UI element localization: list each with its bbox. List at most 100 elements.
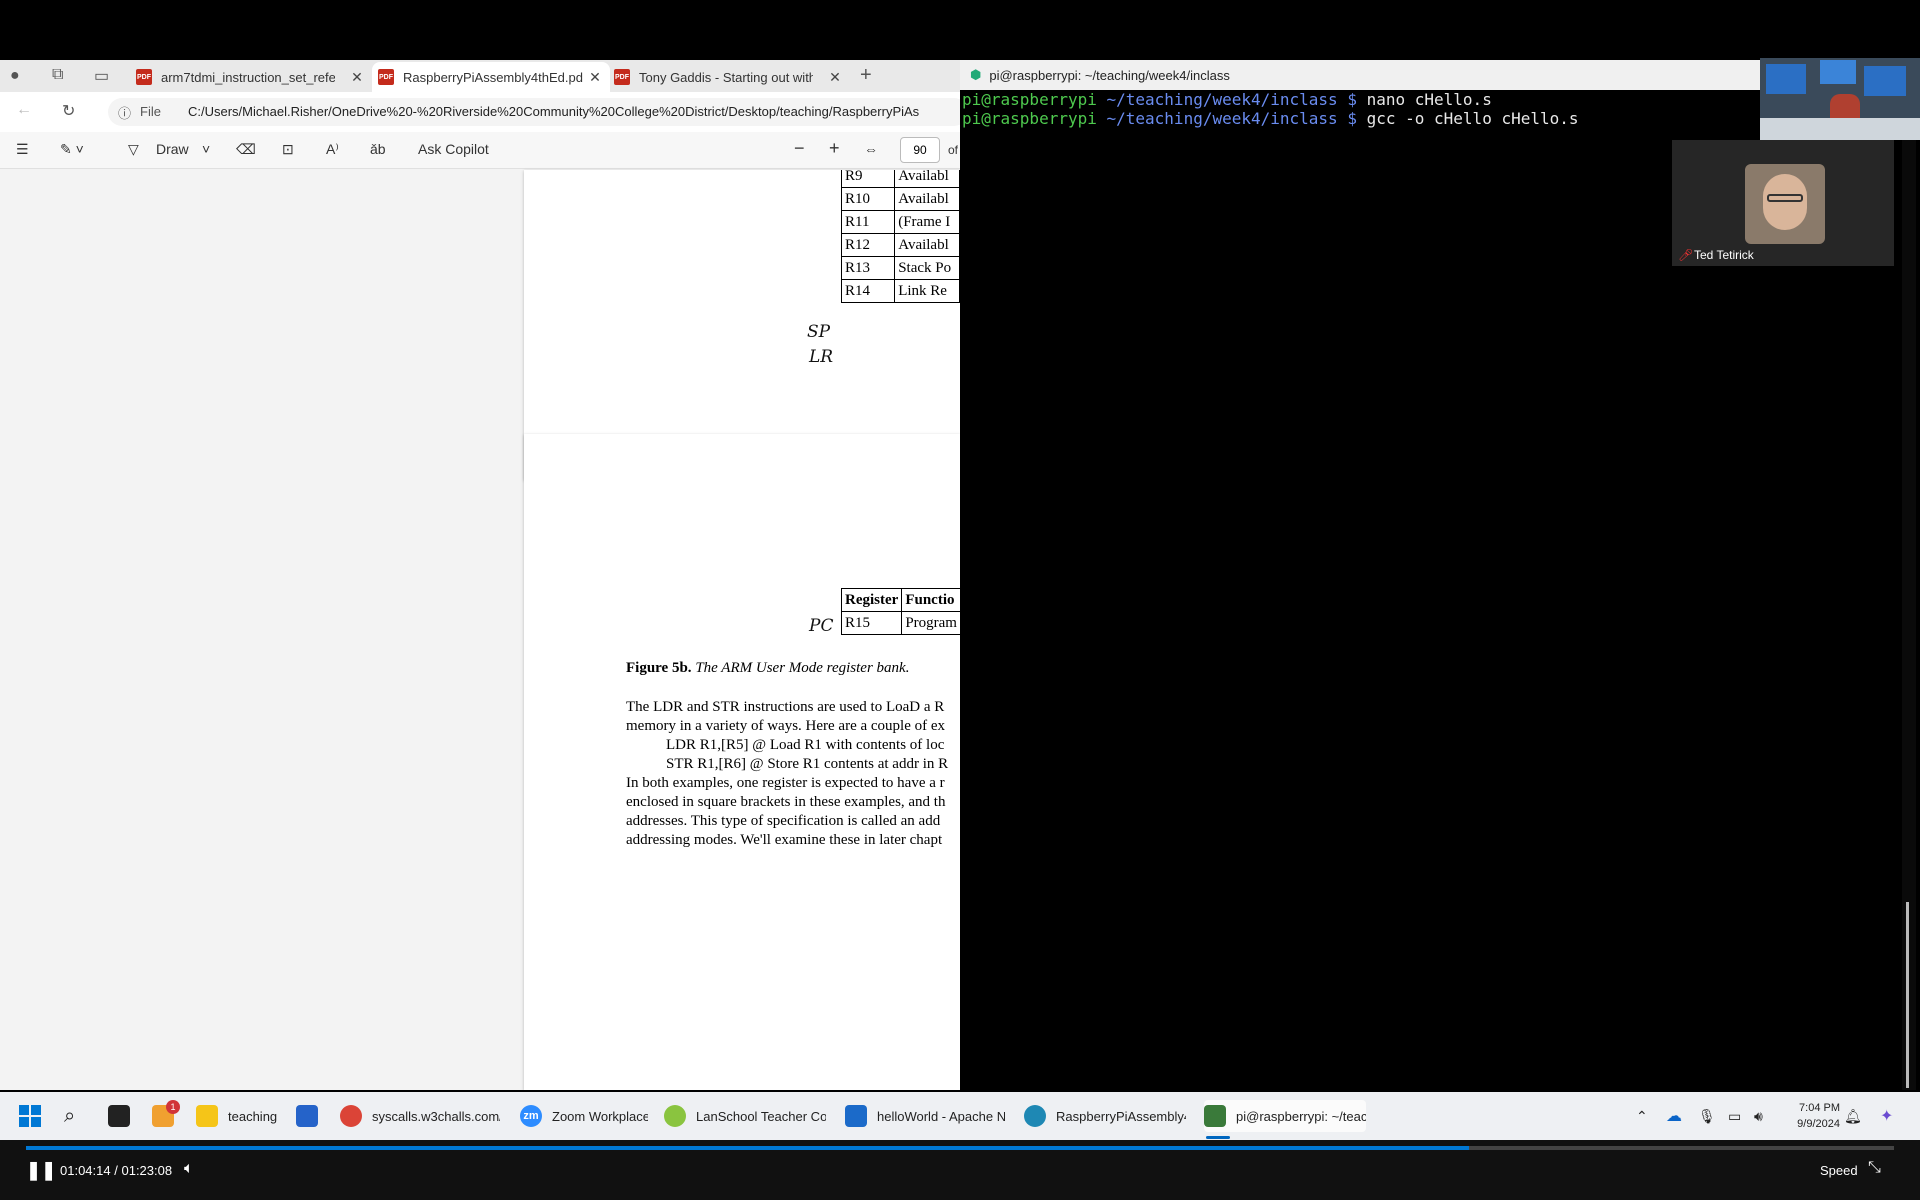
text-line: memory in a variety of ways. Here are a … xyxy=(626,718,946,734)
figure-caption-text: The ARM User Mode register bank. xyxy=(695,660,910,676)
pause-icon[interactable]: ❚❚ xyxy=(26,1160,56,1181)
scrollbar-thumb[interactable] xyxy=(1906,902,1909,1088)
total-time: 01:23:08 xyxy=(121,1163,173,1178)
pdf-icon: PDF xyxy=(378,69,394,85)
function-cell: Availabl xyxy=(894,170,960,188)
active-indicator xyxy=(1206,1136,1230,1139)
terminal-scrollbar[interactable] xyxy=(1902,90,1916,1090)
tab-tony-gaddis[interactable]: PDF Tony Gaddis - Starting out with C ✕ xyxy=(614,62,842,92)
start-button[interactable] xyxy=(18,1100,42,1132)
taskbar-item-teaching[interactable]: teaching xyxy=(196,1100,278,1132)
function-cell: Availabl xyxy=(894,187,960,211)
figure-caption-label: Figure 5b. xyxy=(626,660,692,676)
contents-icon[interactable]: ☰ xyxy=(16,141,29,158)
monitor-shape xyxy=(1864,66,1906,96)
netbeans-icon xyxy=(845,1105,867,1127)
refresh-icon[interactable]: ↻ xyxy=(62,101,75,121)
notification-bell-icon[interactable]: 🔔︎ xyxy=(1844,1100,1862,1132)
info-icon[interactable]: ⓘ xyxy=(118,103,131,122)
volume-icon[interactable]: 🔈︎ xyxy=(184,1160,194,1178)
notification-badge: 1 xyxy=(166,1100,180,1114)
new-tab-icon[interactable]: + xyxy=(860,64,872,87)
taskbar-item-putty[interactable]: pi@raspberrypi: ~/teach xyxy=(1204,1100,1366,1132)
terminal-line: pi@raspberrypi ~/teaching/week4/inclass … xyxy=(962,109,1579,128)
url-text[interactable]: C:/Users/Michael.Risher/OneDrive%20-%20R… xyxy=(188,104,958,119)
tab-raspberrypi-assembly[interactable]: PDF RaspberryPiAssembly4thEd.pdf ✕ xyxy=(372,62,610,92)
register-cell: R10 xyxy=(840,187,896,211)
read-aloud-icon[interactable]: A⁾ xyxy=(326,141,339,158)
draw-icon[interactable]: ▽ xyxy=(128,141,139,158)
taskbar-item-chrome[interactable]: syscalls.w3challs.com/?a xyxy=(340,1100,500,1132)
workspaces-icon[interactable]: ⧉ xyxy=(52,66,63,84)
page-number-input[interactable]: 90 xyxy=(900,137,940,163)
table-row: R9 Availabl xyxy=(840,170,960,188)
taskbar-app-store[interactable] xyxy=(296,1100,318,1132)
taskbar-item-edge[interactable]: RaspberryPiAssembly4t xyxy=(1024,1100,1186,1132)
translate-icon[interactable]: ǎb xyxy=(370,141,386,157)
task-view-button[interactable] xyxy=(108,1100,140,1132)
chevron-up-icon[interactable]: ⌃ xyxy=(1636,1100,1648,1132)
table-row: R15 Program xyxy=(840,611,960,635)
ask-copilot-button[interactable]: Ask Copilot xyxy=(418,141,489,157)
microphone-icon[interactable]: 🎙︎ xyxy=(1698,1100,1716,1132)
tab-label: arm7tdmi_instruction_set_referen xyxy=(161,69,335,85)
zoom-in-button[interactable]: + xyxy=(829,138,840,159)
taskbar-app-chat[interactable]: 1 xyxy=(152,1100,184,1132)
edge-icon xyxy=(1024,1105,1046,1127)
terminal-line: pi@raspberrypi ~/teaching/week4/inclass … xyxy=(962,90,1492,109)
function-cell: Link Re xyxy=(894,279,960,303)
url-scheme-label: File xyxy=(140,104,161,119)
taskbar-label: teaching xyxy=(228,1108,278,1124)
taskbar-label: helloWorld - Apache Ne xyxy=(877,1108,1005,1124)
pdf-page: Register Functio R15 Program PC Figure 5b.… xyxy=(524,434,960,1090)
fit-width-icon[interactable]: ⇔ xyxy=(864,141,878,157)
putty-icon xyxy=(1204,1105,1226,1127)
register-table: R9 Availabl R10 Availabl R11 (Frame I R12 Av… xyxy=(840,170,960,303)
exit-fullscreen-icon[interactable]: ⤡ xyxy=(1868,1159,1881,1177)
highlight-icon[interactable]: ✎ ˅ xyxy=(60,141,84,158)
lanschool-icon xyxy=(664,1105,686,1127)
taskbar-item-lanschool[interactable]: LanSchool Teacher Cons xyxy=(664,1100,826,1132)
video-call-tile[interactable]: 🎤︎ Ted Tetirick xyxy=(1672,140,1894,266)
table-row: R14 Link Re xyxy=(840,279,960,303)
terminal-command: gcc -o cHello cHello.s xyxy=(1366,109,1579,128)
clock-time: 7:04 PM xyxy=(1799,1102,1840,1114)
tab-arm7tdmi[interactable]: PDF arm7tdmi_instruction_set_referen ✕ xyxy=(136,62,364,92)
video-player-controls: ❚❚ 01:04:14 / 01:23:08 🔈︎ Speed ⤡ xyxy=(0,1140,1920,1200)
zoom-out-button[interactable]: − xyxy=(794,138,805,159)
prompt-user: pi@raspberrypi xyxy=(962,90,1097,109)
room-camera-feed xyxy=(1760,58,1920,140)
profile-icon[interactable]: ● xyxy=(10,67,20,85)
mic-muted-icon: 🎤︎ xyxy=(1678,248,1694,262)
face-shape xyxy=(1763,174,1807,230)
draw-button[interactable]: Draw xyxy=(156,141,189,157)
speed-button[interactable]: Speed xyxy=(1820,1163,1858,1178)
task-view-icon xyxy=(108,1105,130,1127)
url-field[interactable]: ⓘ File C:/Users/Michael.Risher/OneDrive%… xyxy=(108,98,960,126)
text-box-icon[interactable]: ⊡ xyxy=(282,141,294,158)
close-tab-icon[interactable]: ✕ xyxy=(588,69,602,86)
copilot-icon[interactable]: ✦ xyxy=(1880,1100,1893,1132)
draw-dropdown-icon[interactable]: ˅ xyxy=(202,141,210,157)
tab-actions-icon[interactable]: ▭ xyxy=(94,66,109,86)
close-tab-icon[interactable]: ✕ xyxy=(828,69,842,86)
search-icon[interactable]: ⌕ xyxy=(64,1100,75,1132)
tab-bar: ● ⧉ ▭ PDF arm7tdmi_instruction_set_refer… xyxy=(0,60,960,92)
participant-name: Ted Tetirick xyxy=(1694,248,1754,262)
volume-icon[interactable]: 🔊︎ xyxy=(1754,1100,1763,1132)
back-icon[interactable]: ← xyxy=(16,101,32,119)
progress-fill xyxy=(26,1146,1469,1150)
table-row: R10 Availabl xyxy=(840,187,960,211)
taskbar-item-zoom[interactable]: zm Zoom Workplace xyxy=(520,1100,648,1132)
taskbar-item-netbeans[interactable]: helloWorld - Apache Ne xyxy=(845,1100,1005,1132)
close-tab-icon[interactable]: ✕ xyxy=(350,69,364,86)
monitor-shape xyxy=(1766,64,1806,94)
tab-label: RaspberryPiAssembly4thEd.pdf xyxy=(403,69,583,85)
pdf-icon: PDF xyxy=(614,69,630,85)
clock[interactable]: 7:04 PM 9/9/2024 xyxy=(1784,1100,1840,1132)
eraser-icon[interactable]: ⌫ xyxy=(236,141,256,158)
onedrive-icon[interactable]: ☁ xyxy=(1666,1100,1682,1132)
windows-icon xyxy=(19,1105,41,1127)
progress-track[interactable] xyxy=(26,1146,1894,1150)
network-icon[interactable]: ▭ xyxy=(1728,1100,1741,1132)
